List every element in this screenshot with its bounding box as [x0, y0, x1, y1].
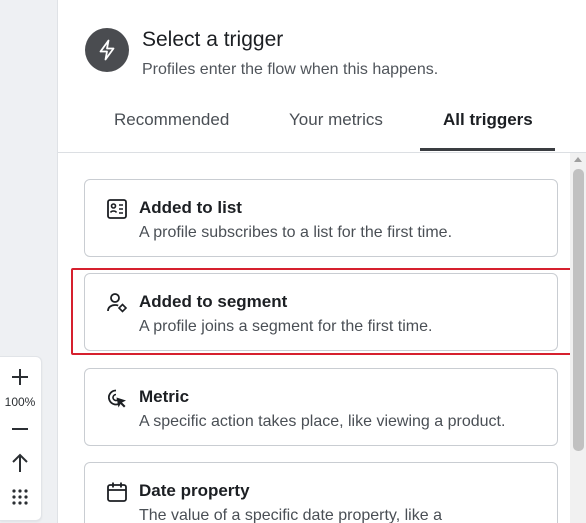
plus-icon — [12, 369, 28, 385]
fit-to-top-button[interactable] — [0, 451, 40, 475]
user-segment-icon — [107, 293, 128, 313]
trigger-list: Added to list A profile subscribes to a … — [58, 153, 586, 523]
calendar-icon — [107, 482, 127, 502]
trigger-description: A profile joins a segment for the first … — [139, 318, 433, 335]
tab-all-triggers[interactable]: All triggers — [443, 110, 533, 130]
trigger-card-added-to-segment[interactable]: Added to segment A profile joins a segme… — [84, 273, 558, 351]
trigger-title: Added to segment — [139, 292, 288, 311]
tab-recommended[interactable]: Recommended — [114, 110, 229, 130]
list-scrollbar[interactable] — [570, 153, 586, 523]
active-tab-indicator — [420, 148, 555, 151]
trigger-title: Metric — [139, 387, 190, 406]
trigger-description: The value of a specific date property, l… — [139, 507, 442, 523]
grid-dots-icon — [12, 489, 28, 505]
trigger-title: Date property — [139, 481, 250, 500]
scrollbar-thumb[interactable] — [573, 169, 584, 451]
zoom-out-button[interactable] — [0, 417, 40, 441]
scroll-up-arrow-icon[interactable] — [574, 157, 582, 162]
zoom-in-button[interactable] — [0, 365, 40, 389]
trigger-card-metric[interactable]: Metric A specific action takes place, li… — [84, 368, 558, 446]
panel-subtitle: Profiles enter the flow when this happen… — [142, 61, 439, 78]
tab-your-metrics[interactable]: Your metrics — [289, 110, 383, 130]
trigger-description: A specific action takes place, like view… — [139, 413, 506, 430]
zoom-level: 100% — [4, 395, 36, 409]
list-icon — [107, 199, 127, 219]
panel-title: Select a trigger — [142, 28, 284, 51]
minus-icon — [12, 428, 28, 430]
cursor-click-icon — [108, 389, 126, 408]
lightning-icon — [99, 39, 115, 61]
trigger-description: A profile subscribes to a list for the f… — [139, 224, 453, 241]
zoom-controls: 100% — [0, 356, 42, 521]
trigger-header-icon — [85, 28, 129, 72]
minimap-button[interactable] — [0, 485, 40, 509]
trigger-panel: Select a trigger Profiles enter the flow… — [57, 0, 586, 523]
trigger-title: Added to list — [139, 198, 242, 217]
arrow-up-icon — [12, 453, 28, 472]
trigger-card-added-to-list[interactable]: Added to list A profile subscribes to a … — [84, 179, 558, 257]
trigger-tabs: Recommended Your metrics All triggers — [58, 100, 586, 153]
trigger-card-date-property[interactable]: Date property The value of a specific da… — [84, 462, 558, 523]
